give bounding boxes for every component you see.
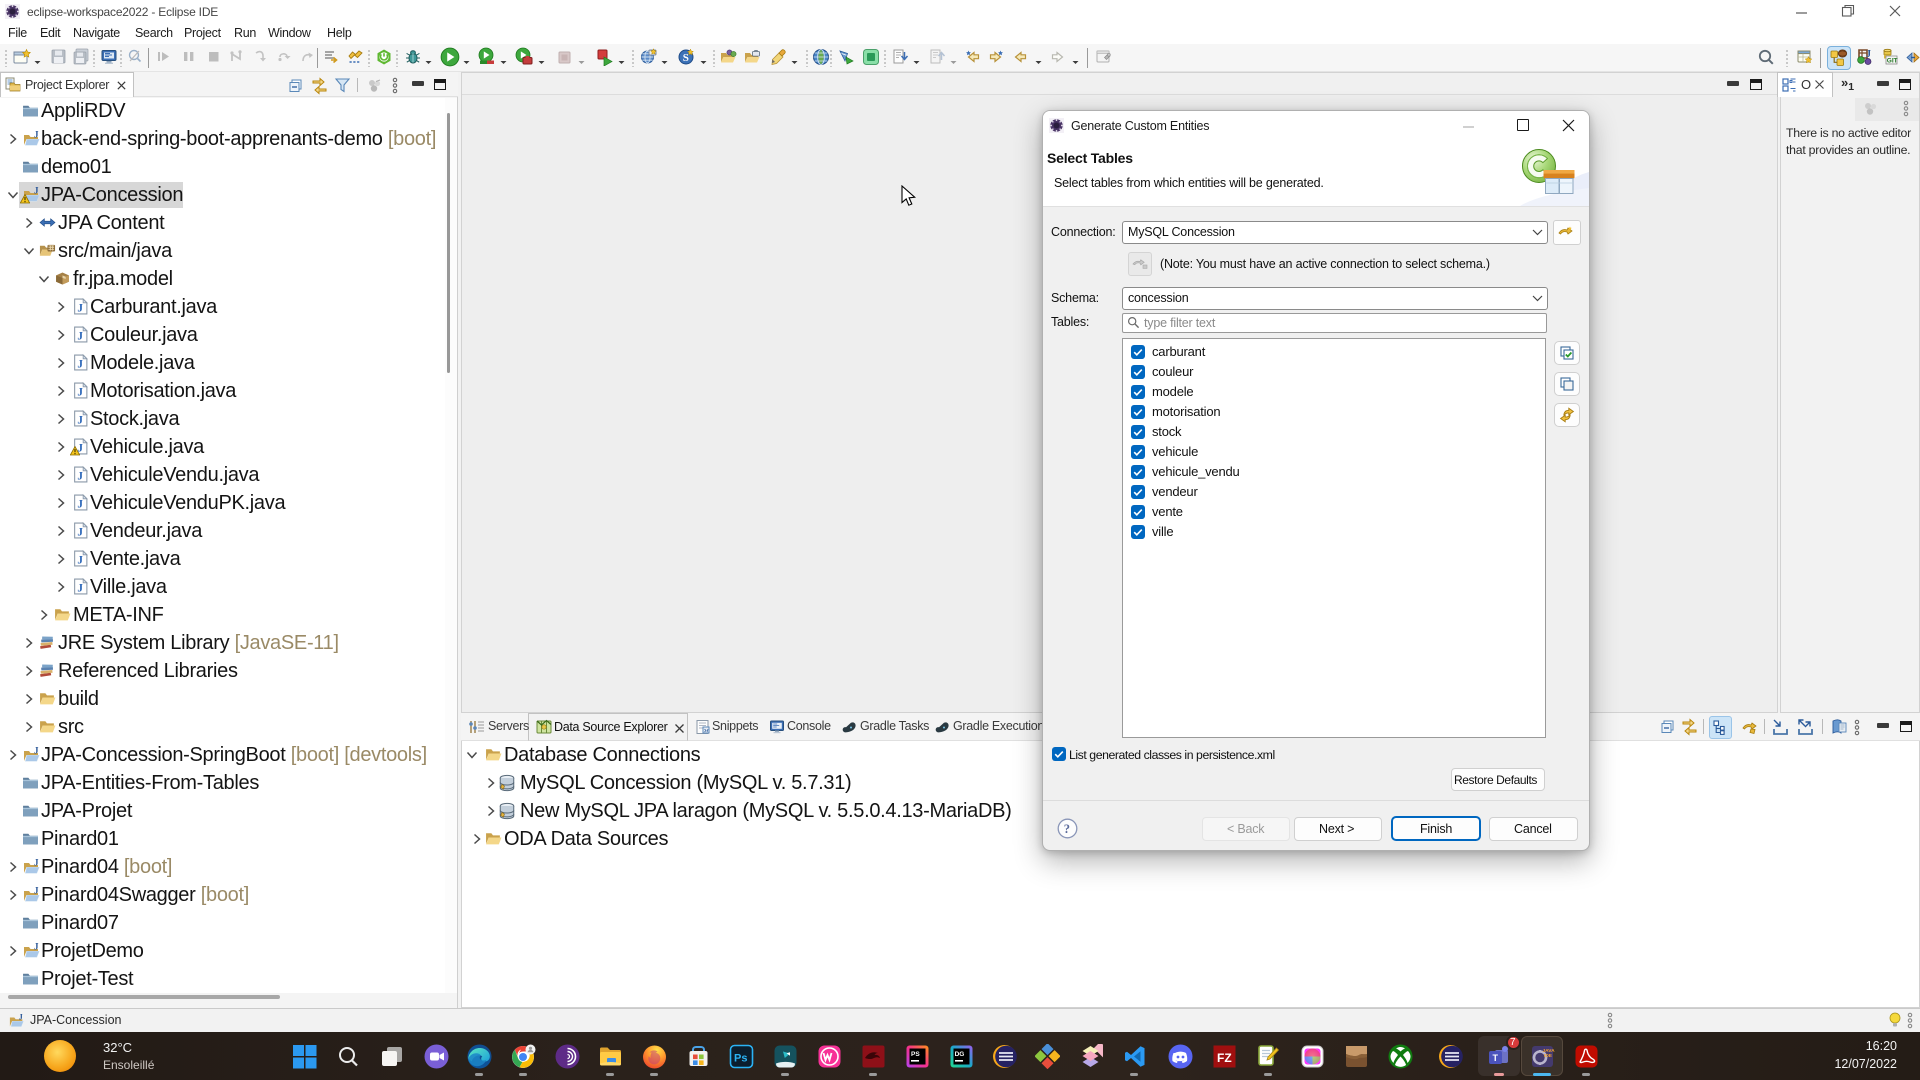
svg-text:GIT: GIT bbox=[1887, 58, 1898, 65]
svg-text:IDE: IDE bbox=[1544, 1053, 1553, 1059]
svg-text:Ps: Ps bbox=[734, 1052, 747, 1064]
svg-text:T: T bbox=[1492, 1053, 1498, 1063]
svg-text:FZ: FZ bbox=[1217, 1051, 1232, 1065]
svg-text:DG: DG bbox=[954, 1051, 964, 1058]
svg-text:S: S bbox=[683, 52, 689, 64]
svg-text:?: ? bbox=[1064, 822, 1070, 836]
svg-text:PS: PS bbox=[911, 1051, 920, 1058]
